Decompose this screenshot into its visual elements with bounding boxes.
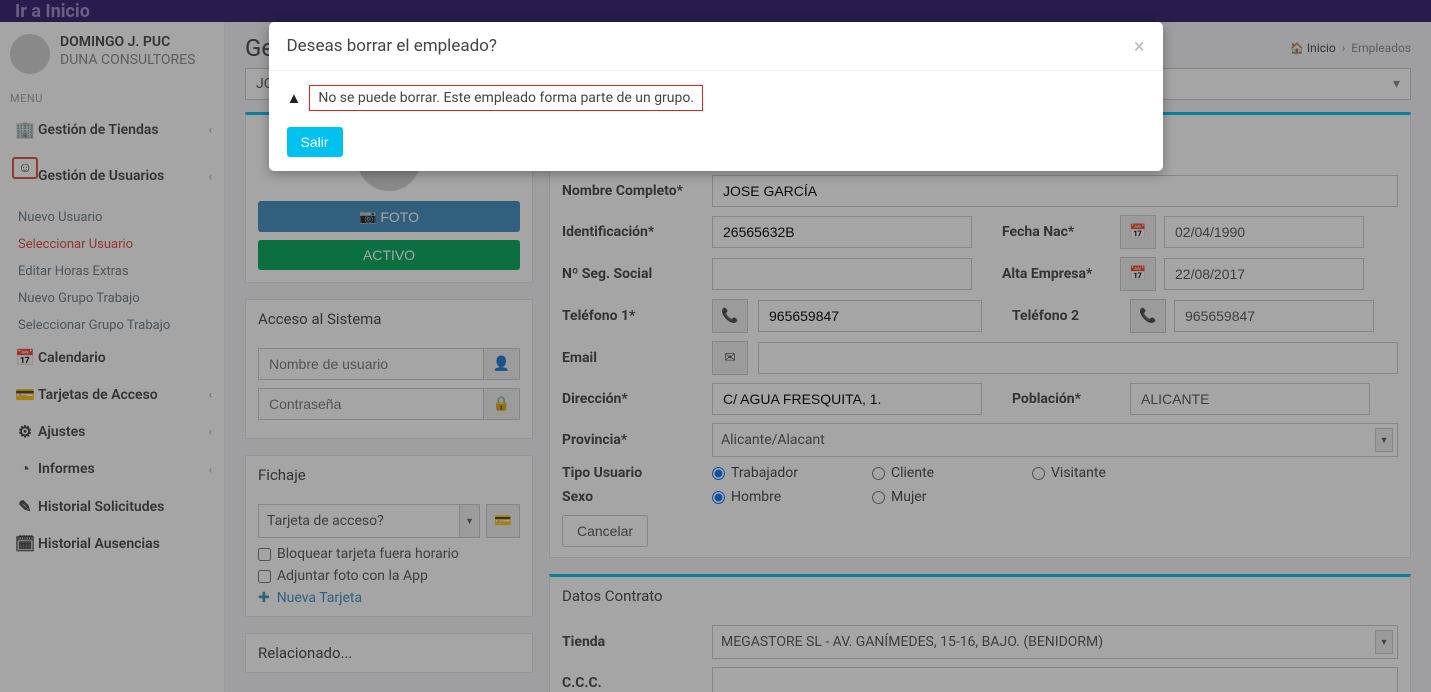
- modal-title: Deseas borrar el empleado?: [287, 36, 497, 56]
- salir-button[interactable]: Salir: [287, 127, 343, 157]
- delete-employee-modal: Deseas borrar el empleado? × ▲ No se pue…: [269, 22, 1163, 171]
- close-icon[interactable]: ×: [1134, 36, 1145, 56]
- warning-icon: ▲: [287, 89, 302, 107]
- modal-message: No se puede borrar. Este empleado forma …: [309, 85, 703, 111]
